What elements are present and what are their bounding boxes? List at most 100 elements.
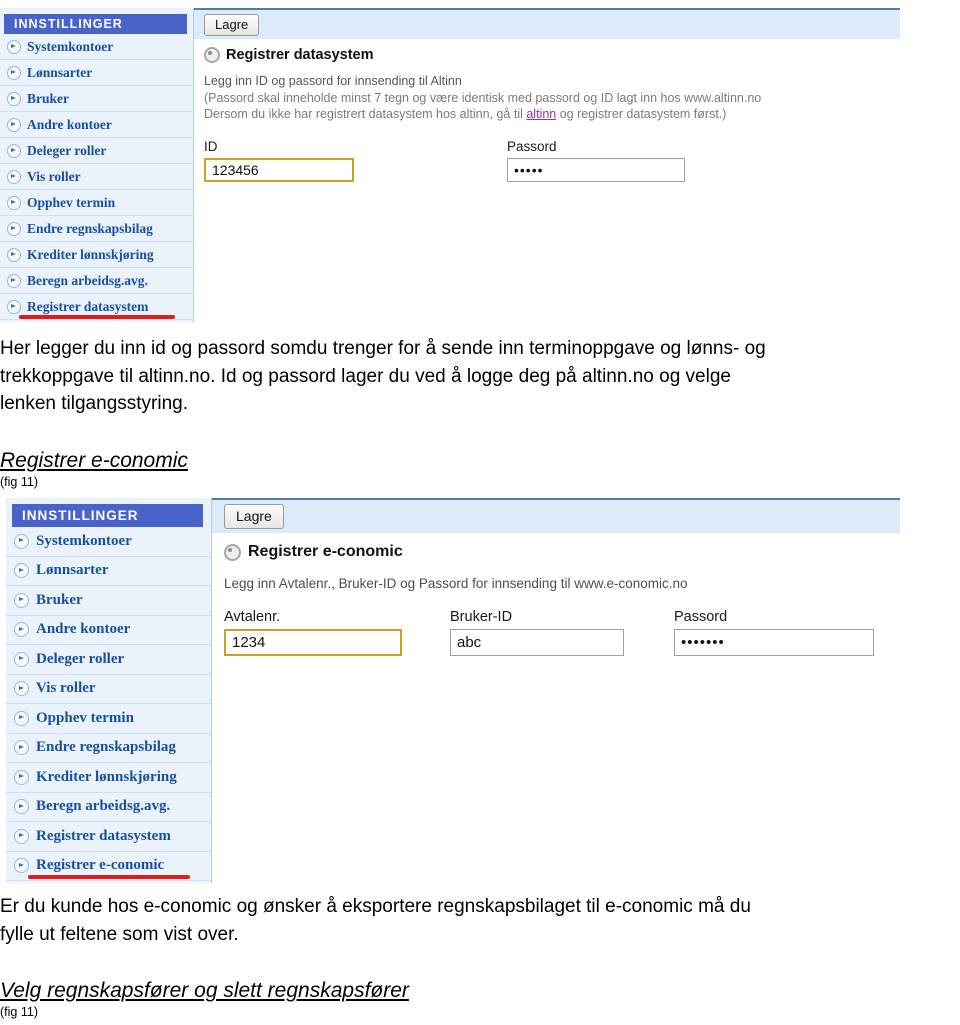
passord-label: Passord [507,138,557,154]
settings-sidebar: INNSTILLINGER Systemkontoer Lønnsarter Bru… [0,8,194,322]
arrow-right-circle-icon [14,592,29,608]
sidebar-item-krediter-l-nnskj-ring[interactable]: Krediter lønnskjøring [6,763,211,793]
sidebar-item-andre-kontoer[interactable]: Andre kontoer [0,112,193,138]
sidebar-item-endre-regnskapsbilag[interactable]: Endre regnskapsbilag [6,734,211,763]
sidebar-menu: Systemkontoer Lønnsarter Bruker Andre konto… [6,527,211,881]
arrow-right-circle-icon [7,221,21,236]
red-highlight-underline [28,875,190,879]
paragraph-line: trekkoppgave til altinn.no. Id og passor… [0,365,731,387]
sidebar-item-label: Endre regnskapsbilag [36,739,176,756]
page-title: Registrer e-conomic [248,543,403,560]
field-group-bruker-id: Bruker-ID [450,609,624,656]
sidebar-item-registrer-datasystem[interactable]: Registrer datasystem [0,294,193,320]
arrow-right-circle-icon [7,117,21,132]
page-title: Registrer datasystem [226,47,374,63]
sidebar-menu: Systemkontoer Lønnsarter Bruker Andre konto… [0,34,193,320]
figure-caption: (fig 11) [0,1005,38,1019]
sidebar-item-label: Vis roller [27,168,81,184]
avtalenr-input[interactable] [224,628,402,656]
paragraph-line: fylle ut feltene som vist over. [0,923,239,945]
body-paragraph-1: Her legger du inn id og passord somdu tr… [0,335,960,418]
field-group-avtalenr: Avtalenr. [224,609,402,656]
red-highlight-underline [19,315,175,319]
sidebar-item-label: Systemkontoer [36,532,132,549]
paragraph-line: lenken tilgangsstyring. [0,393,188,415]
sidebar-item-beregn-arbeidsg-avg[interactable]: Beregn arbeidsg.avg. [6,793,211,822]
gear-icon [224,543,241,561]
screenshot-figure-registrer-datasystem: INNSTILLINGER Systemkontoer Lønnsarter Bru… [0,8,900,322]
altinn-link[interactable]: altinn [526,107,556,121]
help-line-3-before: Dersom du ikke har registrert datasystem… [204,107,527,122]
sidebar-item-label: Systemkontoer [27,38,114,54]
sidebar-item-opphev-termin[interactable]: Opphev termin [0,190,193,216]
sidebar-item-krediter-l-nnskj-ring[interactable]: Krediter lønnskjøring [0,242,193,268]
sidebar-item-bruker[interactable]: Bruker [0,86,193,112]
arrow-right-circle-icon [14,651,29,667]
help-text: Legg inn Avtalenr., Bruker-ID og Passord… [224,575,900,593]
form-fields-row: ID Passord [204,139,900,182]
arrow-right-circle-icon [14,828,29,844]
sidebar-item-systemkontoer[interactable]: Systemkontoer [6,527,211,557]
sidebar-item-bruker[interactable]: Bruker [6,586,211,616]
bruker-id-label: Bruker-ID [450,608,513,625]
arrow-right-circle-icon [14,710,29,726]
sidebar-item-label: Beregn arbeidsg.avg. [36,798,171,815]
id-input[interactable] [204,157,354,182]
help-text: Legg inn ID og passord for innsending ti… [204,73,900,123]
save-button[interactable]: Lagre [204,13,260,36]
sidebar-item-registrer-datasystem[interactable]: Registrer datasystem [6,822,211,852]
arrow-right-circle-icon [14,799,29,815]
sidebar-item-vis-roller[interactable]: Vis roller [0,164,193,190]
sidebar-item-opphev-termin[interactable]: Opphev termin [6,704,211,734]
sidebar-item-label: Bruker [36,591,83,608]
arrow-right-circle-icon [7,273,21,288]
help-line-1: Legg inn ID og passord for innsending ti… [204,74,462,88]
sidebar-item-beregn-arbeidsg-avg[interactable]: Beregn arbeidsg.avg. [0,268,193,294]
sidebar-item-vis-roller[interactable]: Vis roller [6,675,211,704]
save-button[interactable]: Lagre [224,504,284,529]
sidebar-item-systemkontoer[interactable]: Systemkontoer [0,34,193,60]
sidebar-header: INNSTILLINGER [4,14,187,34]
panel-filler [194,181,900,278]
content-toolbar: Lagre [212,498,900,533]
sidebar-item-endre-regnskapsbilag[interactable]: Endre regnskapsbilag [0,216,193,242]
passord-input[interactable] [507,157,685,182]
passord-label: Passord [674,608,728,625]
arrow-right-circle-icon [14,740,29,756]
form-fields-row: Avtalenr. Bruker-ID Passord [224,609,900,656]
paragraph-line: Her legger du inn id og passord somdu tr… [0,338,766,359]
sidebar-item-label: Endre regnskapsbilag [27,220,153,236]
sidebar-item-label: Deleger roller [36,650,125,667]
field-group-passord: Passord [674,609,874,656]
sidebar-item-label: Andre kontoer [36,621,131,638]
figure-caption: (fig 11) [0,475,38,489]
bruker-id-input[interactable] [450,628,624,656]
arrow-right-circle-icon [7,169,21,184]
sidebar-item-deleger-roller[interactable]: Deleger roller [0,138,193,164]
sidebar-item-l-nnsarter[interactable]: Lønnsarter [0,60,193,86]
sidebar-item-label: Deleger roller [27,142,107,158]
content-panel: Lagre Registrer datasystem Legg inn ID o… [194,8,900,278]
sidebar-item-l-nnsarter[interactable]: Lønnsarter [6,557,211,586]
sidebar-item-label: Registrer datasystem [27,298,149,314]
field-group-passord: Passord [507,139,685,182]
sidebar-item-label: Vis roller [36,680,96,697]
arrow-right-circle-icon [14,533,29,549]
arrow-right-circle-icon [7,91,21,106]
help-line-2: (Passord skal inneholde minst 7 tegn og … [204,90,762,105]
sidebar-item-deleger-roller[interactable]: Deleger roller [6,645,211,675]
gear-icon [204,47,220,63]
sidebar-item-label: Bruker [27,90,69,106]
sidebar-item-label: Lønnsarter [36,562,109,579]
sidebar-item-label: Registrer e-conomic [36,857,165,874]
passord-input[interactable] [674,628,874,656]
sidebar-item-label: Krediter lønnskjøring [36,768,177,785]
settings-sidebar: INNSTILLINGER Systemkontoer Lønnsarter Bru… [6,498,212,883]
arrow-right-circle-icon [7,39,21,54]
sidebar-item-andre-kontoer[interactable]: Andre kontoer [6,616,211,645]
sidebar-item-label: Krediter lønnskjøring [27,246,154,262]
arrow-right-circle-icon [14,563,29,579]
field-group-id: ID [204,139,354,182]
sidebar-item-registrer-e-conomic[interactable]: Registrer e-conomic [6,852,211,881]
section-heading-registrer-e-conomic: Registrer e-conomic [0,449,188,472]
